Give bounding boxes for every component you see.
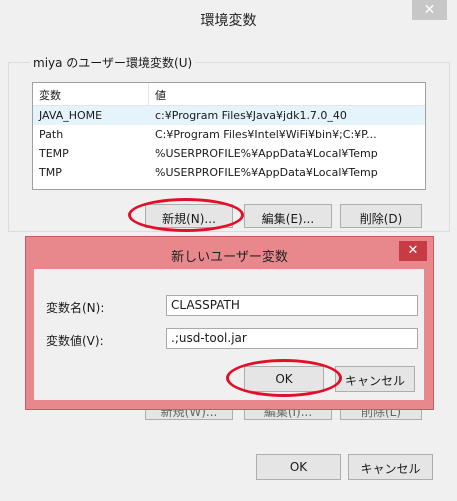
window-title: 環境変数 [200,13,257,29]
variable-value-label: 変数値(V): [46,334,104,348]
list-item[interactable]: TEMP %USERPROFILE%¥AppData¥Local¥Temp [33,144,425,163]
row-value: c:¥Program Files¥Java¥jdk1.7.0_40 [155,109,347,122]
row-name: TMP [39,166,62,179]
variable-value-input[interactable]: .;usd-tool.jar [166,328,418,349]
delete-user-variable-button[interactable]: 削除(D) [340,204,422,228]
row-value: C:¥Program Files¥Intel¥WiFi¥bin¥;C:¥P... [155,128,377,141]
variable-name-label: 変数名(N): [46,301,105,315]
ok-button[interactable]: OK [256,454,341,480]
edit-user-variable-button[interactable]: 編集(E)... [244,204,332,228]
row-name: Path [39,128,64,141]
dialog-title: 新しいユーザー変数 [171,250,288,265]
row-value: %USERPROFILE%¥AppData¥Local¥Temp [155,147,378,160]
row-name: TEMP [39,147,69,160]
list-item[interactable]: TMP %USERPROFILE%¥AppData¥Local¥Temp [33,163,425,182]
column-header-variable[interactable]: 変数 [39,87,61,103]
variable-name-input[interactable]: CLASSPATH [166,295,418,316]
dialog-title-bar: 新しいユーザー変数 [26,237,433,267]
list-item[interactable]: JAVA_HOME c:¥Program Files¥Java¥jdk1.7.0… [33,106,425,125]
list-header: 変数 値 [33,83,425,106]
highlight-oval-ok [226,359,342,397]
user-variables-label: miya のユーザー環境変数(U) [30,54,196,71]
dialog-body: 変数名(N): CLASSPATH 変数値(V): .;usd-tool.jar… [34,269,424,400]
dialog-close-icon[interactable]: ✕ [399,241,427,261]
dialog-cancel-button[interactable]: キャンセル [335,366,415,392]
column-header-value[interactable]: 値 [155,87,166,103]
list-item[interactable]: Path C:¥Program Files¥Intel¥WiFi¥bin¥;C:… [33,125,425,144]
row-value: %USERPROFILE%¥AppData¥Local¥Temp [155,166,378,179]
cancel-button[interactable]: キャンセル [348,454,433,480]
new-user-variable-dialog: 新しいユーザー変数 ✕ 変数名(N): CLASSPATH 変数値(V): .;… [25,236,434,410]
window-title-bar: 環境変数 [0,0,457,37]
window-close-icon[interactable]: ✕ [412,0,447,20]
highlight-oval-new [128,198,244,232]
user-variables-list[interactable]: 変数 値 JAVA_HOME c:¥Program Files¥Java¥jdk… [32,82,426,190]
row-name: JAVA_HOME [39,109,103,122]
